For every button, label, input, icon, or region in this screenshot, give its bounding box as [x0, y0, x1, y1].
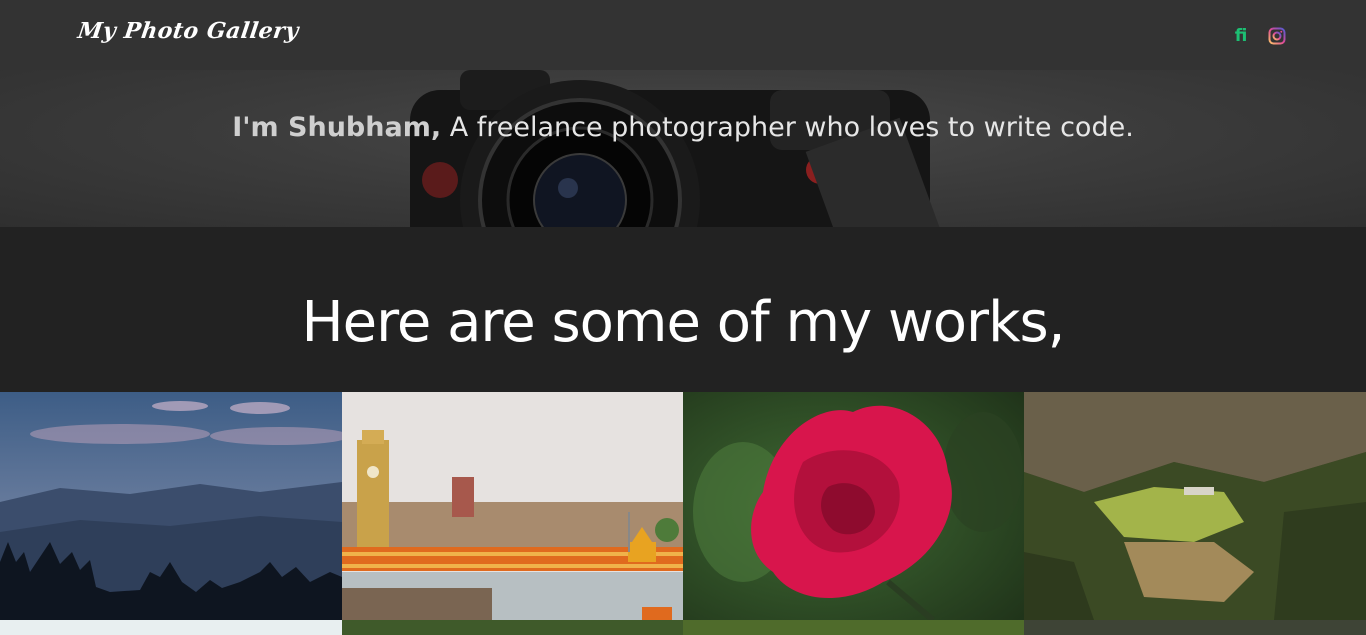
gallery-photo-haridwar[interactable]	[342, 392, 683, 620]
gallery-photo-flower[interactable]	[683, 392, 1024, 620]
gallery-photo-mountains[interactable]	[0, 392, 342, 620]
hero-description: A freelance photographer who loves to wr…	[449, 112, 1134, 143]
hero-banner: I'm Shubham, A freelance photographer wh…	[0, 70, 1366, 227]
gallery-photo-row2-3[interactable]	[683, 620, 1024, 635]
navbar: My Photo Gallery fi	[0, 0, 1366, 70]
fiverr-icon[interactable]: fi	[1232, 26, 1250, 46]
instagram-icon[interactable]	[1268, 26, 1286, 46]
works-heading: Here are some of my works,	[301, 290, 1066, 355]
gallery-photo-row2-4[interactable]	[1024, 620, 1366, 635]
hero-name: I'm Shubham,	[232, 112, 442, 143]
gallery-photo-row2-1[interactable]	[0, 620, 342, 635]
gallery-photo-row2-2[interactable]	[342, 620, 683, 635]
brand-logo[interactable]: My Photo Gallery	[76, 18, 300, 44]
hero-tagline: I'm Shubham, A freelance photographer wh…	[0, 112, 1366, 143]
photo-gallery	[0, 392, 1366, 635]
camera-image	[410, 70, 955, 227]
gallery-photo-valley[interactable]	[1024, 392, 1366, 620]
